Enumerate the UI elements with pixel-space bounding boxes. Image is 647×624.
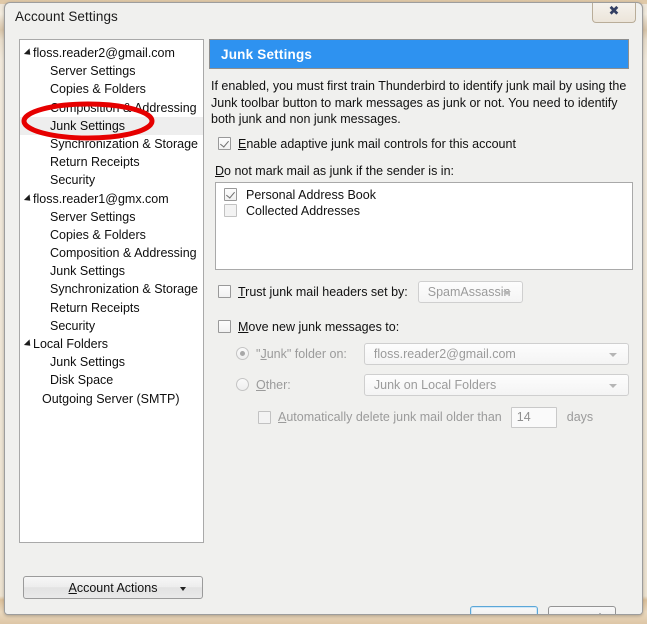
auto-delete-row[interactable]: Automatically delete junk mail older tha… [258,406,629,428]
expand-triangle-icon[interactable] [23,193,34,204]
sender-whitelist-label: Do not mark mail as junk if the sender i… [215,163,454,178]
sidebar-item-copies-folders[interactable]: Copies & Folders [20,80,203,98]
sidebar-item-security[interactable]: Security [20,317,203,335]
chevron-down-icon [180,587,186,591]
chevron-down-icon [502,290,511,295]
collected-addresses-checkbox[interactable] [224,204,237,217]
account-settings-window: Account Settings ✖ floss.reader2@gmail.c… [4,2,643,615]
sidebar-item-server-settings[interactable]: Server Settings [20,62,203,80]
sidebar-item-disk-space[interactable]: Disk Space [20,371,203,389]
address-book-listbox[interactable]: Personal Address Book Collected Addresse… [215,181,633,270]
pane-header: Junk Settings [209,39,629,69]
sidebar-item-security[interactable]: Security [20,171,203,189]
dialog-client-area: floss.reader2@gmail.com Server Settings Co… [5,29,642,614]
expand-triangle-icon[interactable] [23,339,34,349]
sidebar-item-composition-addressing[interactable]: Composition & Addressing [20,244,203,262]
pane-description: If enabled, you must first train Thunder… [211,79,627,126]
sidebar-item-floss-reader1-gmx-com[interactable]: floss.reader1@gmx.com [20,190,203,208]
sidebar-item-label: Outgoing Server (SMTP) [42,391,180,406]
enable-adaptive-label: Enable adaptive junk mail controls for t… [238,136,516,151]
other-folder-radio[interactable] [236,378,249,391]
accounts-tree[interactable]: floss.reader2@gmail.com Server Settings Co… [20,40,203,408]
list-item-label: Collected Addresses [246,203,360,218]
personal-address-book-checkbox[interactable] [224,188,237,201]
other-folder-value: Junk on Local Folders [373,377,497,392]
move-junk-checkbox[interactable] [218,320,231,333]
junk-folder-account-value: floss.reader2@gmail.com [373,346,516,361]
sidebar-item-label: Disk Space [50,373,114,388]
junk-folder-radio[interactable] [236,347,249,360]
pane-body: If enabled, you must first train Thunder… [209,69,633,428]
sidebar-item-label: Server Settings [50,64,136,79]
sidebar-item-local-folders[interactable]: Local Folders [20,335,203,353]
close-icon: ✖ [608,4,620,19]
move-junk-row[interactable]: Move new junk messages to: [218,320,629,334]
sidebar-item-label: Server Settings [50,209,136,224]
sidebar-item-junk-settings[interactable]: Junk Settings [20,262,203,280]
enable-adaptive-row[interactable]: Enable adaptive junk mail controls for t… [218,137,629,151]
list-item-label: Personal Address Book [246,187,376,202]
close-button[interactable]: ✖ [592,3,636,23]
sidebar-item-return-receipts[interactable]: Return Receipts [20,153,203,171]
move-junk-label: Move new junk messages to: [238,319,400,334]
accounts-tree-panel[interactable]: floss.reader2@gmail.com Server Settings Co… [19,39,204,543]
trust-headers-label: Trust junk mail headers set by: [238,284,408,299]
junk-settings-pane: Junk Settings If enabled, you must first… [209,39,633,599]
sidebar-item-return-receipts[interactable]: Return Receipts [20,299,203,317]
sidebar-item-junk-settings[interactable]: Junk Settings [20,116,203,135]
sidebar-item-junk-settings[interactable]: Junk Settings [20,353,203,371]
auto-delete-days-unit: days [566,410,594,424]
move-junk-options: "Junk" folder on: floss.reader2@gmail.co… [236,342,629,428]
sidebar-item-label: floss.reader1@gmx.com [33,191,169,206]
spam-filter-value: SpamAssassin [427,284,511,299]
expand-triangle-icon[interactable] [23,48,34,58]
junk-folder-row[interactable]: "Junk" folder on: floss.reader2@gmail.co… [236,342,629,365]
enable-adaptive-checkbox[interactable] [218,137,231,150]
auto-delete-label: Automatically delete junk mail older tha… [278,410,502,424]
trust-headers-row[interactable]: Trust junk mail headers set by: SpamAssa… [218,280,629,303]
sidebar-item-label: Security [50,318,96,333]
trust-headers-checkbox[interactable] [218,285,231,298]
sidebar-item-floss-reader2-gmail-com[interactable]: floss.reader2@gmail.com [20,44,203,62]
sidebar-item-label: Junk Settings [50,264,126,279]
junk-folder-account-select[interactable]: floss.reader2@gmail.com [363,342,629,365]
account-actions-button[interactable]: Account Actions [23,576,203,599]
sidebar-item-label: Junk Settings [50,118,126,133]
sidebar-item-composition-addressing[interactable]: Composition & Addressing [20,99,203,117]
sidebar-item-label: Synchronization & Storage [50,282,199,297]
window-title: Account Settings [15,9,118,24]
sidebar-item-label: Synchronization & Storage [50,136,199,151]
sidebar-item-label: Return Receipts [50,300,140,315]
other-folder-row[interactable]: Other: Junk on Local Folders [236,373,629,396]
sidebar-item-label: Composition & Addressing [50,100,197,115]
other-folder-select[interactable]: Junk on Local Folders [363,373,629,396]
sidebar-item-label: floss.reader2@gmail.com [33,46,175,60]
sidebar-item-label: Return Receipts [50,155,140,170]
sidebar-item-label: Composition & Addressing [50,246,197,261]
list-item[interactable]: Collected Addresses [216,203,632,219]
cancel-button[interactable]: Cancel [548,606,616,614]
junk-folder-label: "Junk" folder on: [256,346,347,361]
sidebar-item-outgoing-server-smtp[interactable]: Outgoing Server (SMTP) [20,390,203,408]
sidebar-item-copies-folders[interactable]: Copies & Folders [20,226,203,244]
sidebar-item-label: Copies & Folders [50,227,146,242]
sidebar-item-label: Copies & Folders [50,82,146,97]
spam-filter-select[interactable]: SpamAssassin [417,280,523,303]
sidebar-item-label: Security [50,173,96,188]
list-item[interactable]: Personal Address Book [216,187,632,203]
chevron-down-icon [609,352,617,357]
auto-delete-checkbox[interactable] [258,410,271,424]
other-folder-label: Other: [256,377,291,392]
title-bar: Account Settings ✖ [5,3,642,31]
auto-delete-days-input[interactable]: 14 [510,406,557,428]
sidebar-item-label: Local Folders [33,337,109,351]
chevron-down-icon [609,383,617,388]
ok-button[interactable]: OK [470,606,538,614]
sidebar-item-synchronization-storage[interactable]: Synchronization & Storage [20,135,203,153]
account-actions-label: Account Actions [68,580,158,595]
sidebar-item-server-settings[interactable]: Server Settings [20,208,203,226]
pane-title: Junk Settings [221,46,313,62]
sidebar-item-synchronization-storage[interactable]: Synchronization & Storage [20,280,203,298]
sidebar-item-label: Junk Settings [50,355,126,370]
